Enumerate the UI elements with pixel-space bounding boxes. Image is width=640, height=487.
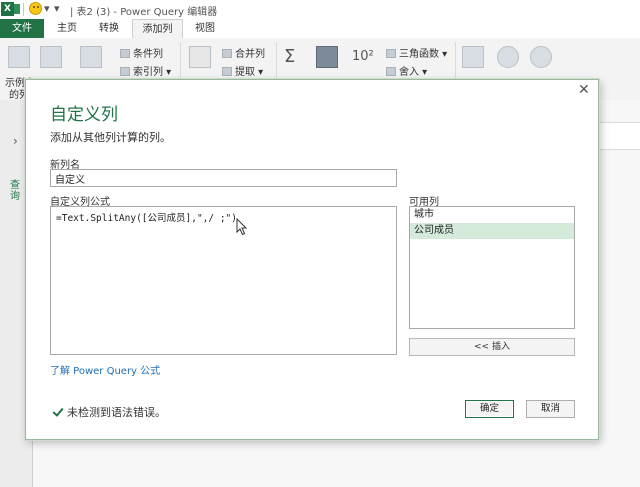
excel-app-icon: X	[1, 2, 14, 16]
custom-column-dialog: ✕ 自定义列 添加从其他列计算的列。 新列名 自定义列公式 =Text.Spli…	[25, 79, 599, 440]
tab-view[interactable]: 视图	[186, 19, 224, 38]
title-bar: X ▾ ▾ | 表2 (3) - Power Query 编辑器	[0, 0, 640, 20]
list-item[interactable]: 公司成员	[410, 223, 574, 239]
extract-button[interactable]: 提取 ▾	[222, 63, 263, 78]
mouse-pointer-icon	[236, 218, 248, 236]
queries-pane-label[interactable]: 查询	[10, 180, 22, 202]
tab-transform[interactable]: 转换	[90, 19, 128, 38]
quick-access-dropdown-icon[interactable]: ▾	[44, 2, 50, 15]
rounding-icon	[386, 67, 396, 76]
conditional-column-icon	[120, 49, 130, 58]
tab-file[interactable]: 文件	[0, 19, 44, 38]
syntax-status-text: 未检测到语法错误。	[67, 406, 166, 419]
learn-formulas-link[interactable]: 了解 Power Query 公式	[50, 362, 160, 377]
extract-icon	[222, 67, 232, 76]
merge-columns-button[interactable]: 合并列	[222, 45, 265, 60]
customize-toolbar-icon[interactable]: ▾	[54, 2, 60, 15]
time-icon[interactable]	[497, 46, 519, 68]
standard-icon[interactable]	[316, 46, 338, 68]
title-separator	[23, 3, 24, 16]
check-icon	[52, 406, 63, 417]
expand-queries-chevron-icon[interactable]: ›	[13, 134, 18, 148]
trigonometry-label: 三角函数 ▾	[399, 49, 448, 60]
available-columns-list[interactable]: 城市 公司成员	[409, 206, 575, 329]
invoke-custom-function-icon[interactable]	[80, 46, 102, 68]
dialog-subtitle: 添加从其他列计算的列。	[50, 131, 171, 144]
formula-text: =Text.SplitAny([公司成员],",/ ;")	[56, 213, 237, 224]
list-item[interactable]: 城市	[410, 207, 574, 223]
cancel-button[interactable]: 取消	[526, 400, 575, 418]
index-column-label: 索引列 ▾	[133, 67, 172, 78]
tab-add-column[interactable]: 添加列	[132, 19, 183, 38]
new-column-name-input[interactable]	[50, 169, 397, 187]
ok-button[interactable]: 确定	[465, 400, 514, 418]
dialog-title: 自定义列	[50, 105, 118, 125]
rounding-button[interactable]: 舍入 ▾	[386, 63, 427, 78]
trigonometry-button[interactable]: 三角函数 ▾	[386, 45, 447, 60]
query-settings-bar	[598, 122, 640, 150]
smiley-feedback-icon[interactable]	[29, 2, 42, 15]
extract-label: 提取 ▾	[235, 67, 264, 78]
close-icon[interactable]: ✕	[578, 82, 590, 98]
scientific-icon[interactable]: 10²	[352, 49, 374, 64]
merge-columns-label: 合并列	[235, 49, 265, 60]
window-title: | 表2 (3) - Power Query 编辑器	[70, 7, 218, 18]
index-column-icon	[120, 67, 130, 76]
tab-home[interactable]: 主页	[49, 19, 85, 38]
format-icon[interactable]	[189, 46, 211, 68]
column-from-examples-icon[interactable]	[8, 46, 30, 68]
merge-columns-icon	[222, 49, 232, 58]
date-icon[interactable]	[462, 46, 484, 68]
insert-button[interactable]: << 插入	[409, 338, 575, 356]
custom-column-icon[interactable]	[40, 46, 62, 68]
syntax-status: 未检测到语法错误。	[52, 404, 166, 420]
custom-column-formula-editor[interactable]: =Text.SplitAny([公司成员],",/ ;")	[50, 206, 397, 355]
trigonometry-icon	[386, 49, 396, 58]
excel-app-icon-sheet	[14, 4, 20, 14]
duration-icon[interactable]	[530, 46, 552, 68]
statistics-icon[interactable]: Σ	[284, 46, 295, 67]
index-column-button[interactable]: 索引列 ▾	[120, 63, 171, 78]
conditional-column-label: 条件列	[133, 49, 163, 60]
ribbon-tabs: 文件 主页 转换 添加列 视图	[0, 19, 640, 38]
rounding-label: 舍入 ▾	[399, 67, 428, 78]
conditional-column-button[interactable]: 条件列	[120, 45, 163, 60]
